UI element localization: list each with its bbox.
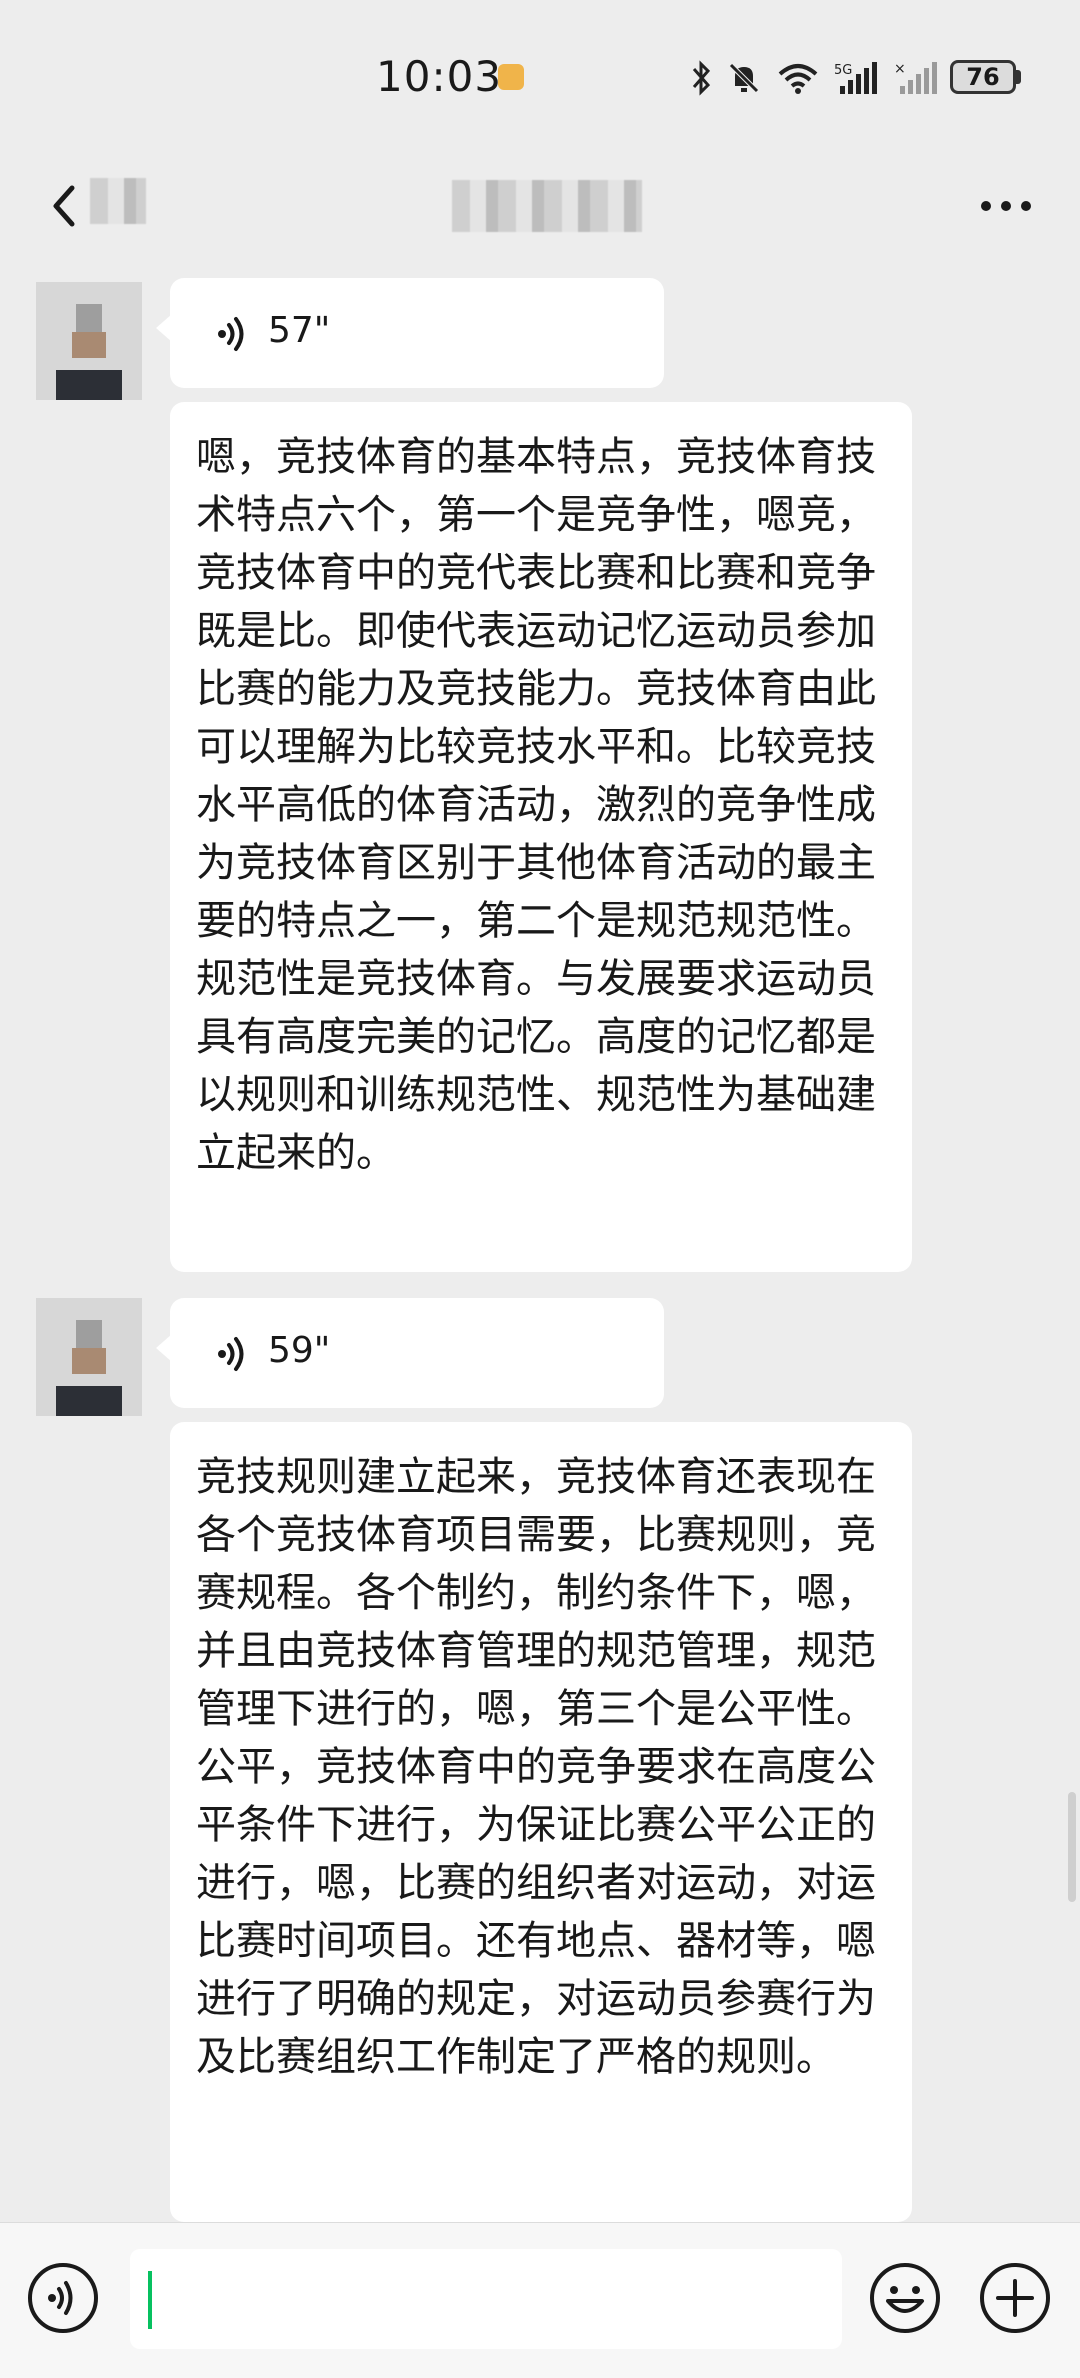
voice-transcript-bubble[interactable]: 嗯，竞技体育的基本特点，竞技体育技术特点六个，第一个是竞争性，嗯竞，竞技体育中的… [170,402,912,1272]
avatar-head [76,304,102,334]
voice-duration: 57" [268,310,331,351]
status-time: 10:03 [376,52,503,101]
voice-transcript-bubble[interactable]: 竞技规则建立起来，竞技体育还表现在各个竞技体育项目需要，比赛规则，竞赛规程。各个… [170,1422,912,2222]
voice-message-bubble[interactable]: 59" [156,1298,664,1408]
avatar-head [76,1320,102,1350]
avatar-shirt [56,370,122,400]
svg-text:×: × [894,61,906,77]
wifi-icon [778,64,818,94]
avatar-shirt [56,1386,122,1416]
input-bar [0,2222,1080,2378]
voice-wave-icon [218,317,244,351]
redacted-chat-title [452,180,642,232]
signal-icon: × [894,61,937,94]
avatar-face [72,332,106,358]
chat-header [0,150,1080,262]
voice-wave-icon [218,1337,244,1371]
avatar[interactable] [36,1298,142,1416]
signal-5g-icon: 5G [834,62,877,94]
redacted-contact-name-part [90,178,146,224]
mute-bell-icon [729,63,759,93]
text-cursor [148,2271,152,2329]
message-list[interactable]: 57" 嗯，竞技体育的基本特点，竞技体育技术特点六个，第一个是竞争性，嗯竞，竞技… [0,262,1080,2222]
scrollbar[interactable] [1068,1792,1076,1902]
bluetooth-icon [692,60,711,96]
more-dots-icon[interactable] [976,188,1036,224]
battery-tip [1016,70,1021,84]
status-icons: 5G × [690,58,940,98]
avatar[interactable] [36,282,142,400]
avatar-face [72,1348,106,1374]
notification-badge-icon [498,64,524,90]
voice-duration: 59" [268,1330,331,1371]
svg-text:5G: 5G [834,63,852,78]
message-input[interactable] [130,2249,842,2349]
emoji-icon[interactable] [868,2261,942,2335]
voice-message-bubble[interactable]: 57" [156,278,664,388]
chevron-left-icon[interactable] [36,176,96,236]
status-bar: 10:03 5G × 76 [0,0,1080,150]
battery-indicator: 76 [950,60,1016,94]
plus-icon[interactable] [978,2261,1052,2335]
voice-input-icon[interactable] [26,2261,100,2335]
